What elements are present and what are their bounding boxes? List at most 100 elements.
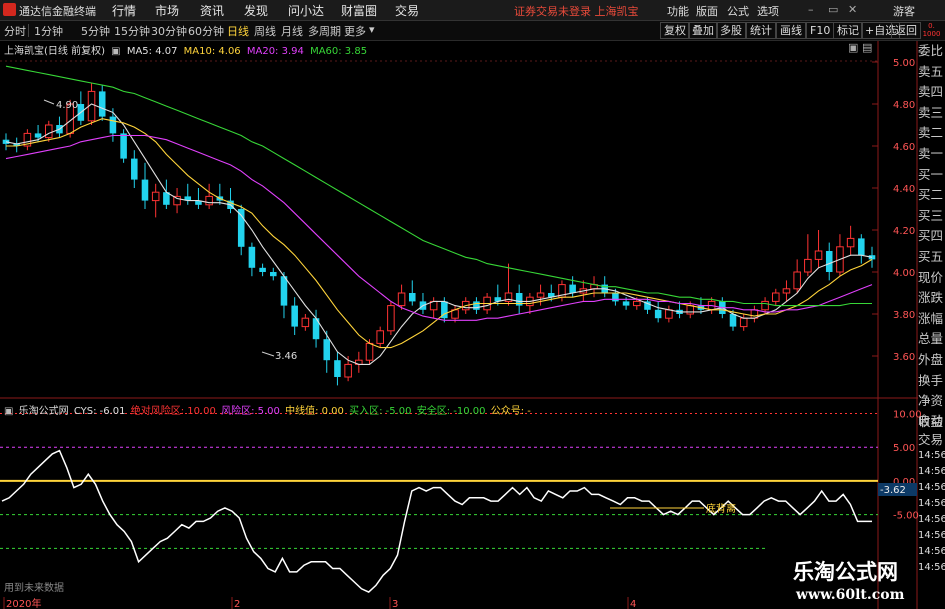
date-axis: 2020年 2 3 4 <box>3 597 636 609</box>
time-label: 14:56 <box>918 482 945 493</box>
time-label: 14:56 <box>918 466 945 477</box>
side-item[interactable]: 总量 <box>918 329 945 350</box>
side-item[interactable]: 买一 <box>918 165 945 186</box>
time-label: 14:56 <box>918 562 945 573</box>
max-marker-label: 4.90 <box>56 100 78 111</box>
side-auto[interactable]: 自动 <box>918 411 945 430</box>
side-item[interactable]: 买三 <box>918 206 945 227</box>
candle-body <box>301 317 310 328</box>
candle-body <box>44 124 53 139</box>
candle-body <box>109 116 117 134</box>
cys-line <box>1 449 872 593</box>
date-label: 3 <box>392 599 398 609</box>
chart-canvas[interactable]: 5.00 4.80 4.60 4.40 4.20 4.00 3.80 3.60 4.90 3.… <box>0 0 945 609</box>
side-item[interactable]: 涨幅 <box>918 309 945 330</box>
candle-body <box>270 272 277 277</box>
candle-body <box>612 293 619 302</box>
side-item[interactable]: 现价 <box>918 268 945 289</box>
candle-body <box>686 305 695 315</box>
side-item[interactable]: 买五 <box>918 247 945 268</box>
time-column: 14:56 14:56 14:56 14:56 14:56 14:56 14:56 14:56 <box>918 448 945 576</box>
risk-zone-value: 风险区: 5.00 <box>221 406 280 417</box>
candle-body <box>814 250 823 260</box>
chart-title: 上海凯宝(日线 前复权) <box>4 46 105 57</box>
candle-body <box>846 237 855 248</box>
candle-body <box>654 309 662 319</box>
candle-body <box>633 300 641 307</box>
candle-body <box>365 342 374 361</box>
price-tick-label: 3.80 <box>893 310 915 321</box>
side-item[interactable]: 卖五 <box>918 62 945 83</box>
quote-side-column: 委比 卖五 卖四 卖三 卖二 卖一 买一 买二 买三 买四 买五 现价 涨跌 涨幅 总量 外盘 换手 净资 收益 <box>918 41 945 432</box>
candle-body <box>98 91 106 117</box>
candle-body <box>782 288 791 294</box>
price-tick-label: 5.00 <box>893 58 915 69</box>
side-item[interactable]: 卖四 <box>918 82 945 103</box>
main-chart-area <box>0 41 878 398</box>
candle-body <box>334 360 341 377</box>
price-tick-label: 4.40 <box>893 184 915 195</box>
candle-body <box>34 133 42 138</box>
indicator-legend: ▣ 乐淘公式网 CYS: -6.01 绝对风险区: 10.00 风险区: 5.0… <box>4 402 533 417</box>
candle-body <box>536 292 545 298</box>
toggle-icon[interactable]: ▣ <box>111 46 120 57</box>
candle-body <box>376 330 384 344</box>
candle-body <box>739 317 748 328</box>
date-label: 4 <box>630 599 636 609</box>
future-data-note: 用到未来数据 <box>4 581 64 594</box>
candle-body <box>408 293 416 302</box>
divergence-annotation: 底背离 <box>706 502 736 515</box>
side-item[interactable]: 卖一 <box>918 144 945 165</box>
time-label: 14:56 <box>918 450 945 461</box>
candle-body <box>141 179 149 201</box>
watermark-title: 乐淘公式网 <box>793 559 898 584</box>
side-item[interactable]: 换手 <box>918 371 945 392</box>
watermark-url: www.60lt.com <box>796 587 905 603</box>
candle-body <box>761 300 769 311</box>
side-item[interactable]: 买二 <box>918 185 945 206</box>
ma10-label: MA10: 4.06 <box>183 46 241 57</box>
ma60-label: MA60: 3.85 <box>310 46 368 57</box>
min-marker-label: 3.46 <box>275 351 297 362</box>
side-item[interactable]: 净资 <box>918 391 945 412</box>
price-tick-label: 4.20 <box>893 226 915 237</box>
side-item[interactable]: 买四 <box>918 226 945 247</box>
candle-body <box>729 314 737 327</box>
time-label: 14:56 <box>918 546 945 557</box>
menu-icon[interactable]: ▤ <box>862 41 872 54</box>
side-item[interactable]: 卖三 <box>918 103 945 124</box>
candle-body <box>473 301 480 310</box>
time-label: 14:56 <box>918 530 945 541</box>
time-label: 14:56 <box>918 514 945 525</box>
price-tick-label: 4.80 <box>893 100 915 111</box>
candle-body <box>248 246 256 268</box>
candle-body <box>291 305 298 327</box>
ma20-label: MA20: 3.94 <box>246 46 304 57</box>
indicator-tick-label: -5.00 <box>893 511 919 522</box>
toggle-icon[interactable]: ▣ <box>4 406 13 417</box>
candle-body <box>804 258 812 273</box>
candle-body <box>858 238 865 256</box>
current-value-label: -3.62 <box>880 485 906 496</box>
side-item[interactable]: 涨跌 <box>918 288 945 309</box>
indicator-grid: 10.005.000.00-5.00 <box>0 409 922 549</box>
main-chart-legend: 上海凯宝(日线 前复权) ▣ MA5: 4.07 MA10: 4.06 MA20… <box>4 42 370 57</box>
candle-body <box>131 158 138 180</box>
date-label: 2020年 <box>6 597 41 609</box>
absolute-risk-value: 绝对风险区: 10.00 <box>130 406 216 417</box>
cys-value: CYS: -6.01 <box>73 406 126 417</box>
settings-icon[interactable]: ▣ <box>848 41 858 54</box>
candle-body <box>825 251 833 272</box>
candle-body <box>793 271 801 290</box>
indicator-tick-label: 5.00 <box>893 443 915 454</box>
side-item[interactable]: 外盘 <box>918 350 945 371</box>
side-item[interactable]: 卖二 <box>918 123 945 144</box>
safe-zone-value: 安全区: -10.00 <box>416 406 486 417</box>
candle-body <box>344 363 352 378</box>
date-label: 2 <box>234 599 240 609</box>
candle-body <box>151 191 160 202</box>
candle-body <box>387 305 395 332</box>
side-column-header: 0. 1000 <box>922 22 941 38</box>
side-trade[interactable]: 交易 <box>918 430 945 449</box>
side-item[interactable]: 委比 <box>918 41 945 62</box>
